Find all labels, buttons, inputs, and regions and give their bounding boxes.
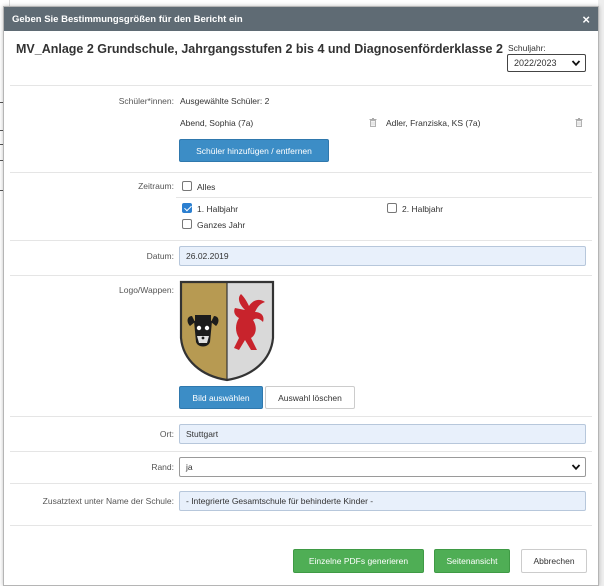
report-parameters-dialog: Geben Sie Bestimmungsgrößen für den Beri… <box>3 6 599 586</box>
divider <box>10 525 592 526</box>
selected-students-count: Ausgewählte Schüler: 2 <box>180 96 270 106</box>
first-half-year-checkbox[interactable] <box>182 203 192 213</box>
date-label: Datum: <box>146 251 174 261</box>
add-remove-students-button[interactable]: Schüler hinzufügen / entfernen <box>179 139 329 162</box>
divider <box>10 240 592 241</box>
period-all-checkbox[interactable] <box>182 181 192 191</box>
period-all-label: Alles <box>197 182 216 192</box>
clear-selection-button[interactable]: Auswahl löschen <box>265 386 355 409</box>
divider <box>10 85 592 86</box>
margin-select[interactable]: ja <box>179 457 586 477</box>
margin-label: Rand: <box>151 462 174 472</box>
student-item: Adler, Franziska, KS (7a) <box>386 118 481 128</box>
trash-icon[interactable] <box>369 118 377 127</box>
divider <box>10 451 592 452</box>
logo-label: Logo/Wappen: <box>119 285 174 295</box>
chevron-down-icon <box>571 464 581 471</box>
divider <box>10 172 592 173</box>
extra-text-label: Zusatztext unter Name der Schule: <box>42 496 174 506</box>
place-input[interactable]: Stuttgart <box>179 424 586 444</box>
select-image-button[interactable]: Bild auswählen <box>179 386 263 409</box>
date-input[interactable]: 26.02.2019 <box>179 246 586 266</box>
school-year-label: Schuljahr: <box>508 43 546 53</box>
place-label: Ort: <box>159 429 174 439</box>
second-half-year-checkbox[interactable] <box>387 203 397 213</box>
close-icon[interactable]: × <box>582 13 590 26</box>
dialog-header: Geben Sie Bestimmungsgrößen für den Beri… <box>4 7 598 31</box>
dialog-title: Geben Sie Bestimmungsgrößen für den Beri… <box>12 13 243 25</box>
first-half-year-label: 1. Halbjahr <box>197 204 239 214</box>
chevron-down-icon <box>571 60 581 67</box>
report-title: MV_Anlage 2 Grundschule, Jahrgangsstufen… <box>16 42 503 56</box>
second-half-year-label: 2. Halbjahr <box>402 204 444 214</box>
divider <box>10 483 592 484</box>
students-label: Schüler*innen: <box>118 96 174 106</box>
whole-year-label: Ganzes Jahr <box>197 220 246 230</box>
page-preview-button[interactable]: Seitenansicht <box>434 549 510 573</box>
divider <box>176 197 592 198</box>
margin-value: ja <box>186 462 193 472</box>
student-item: Abend, Sophia (7a) <box>180 118 254 128</box>
cancel-button[interactable]: Abbrechen <box>521 549 587 573</box>
school-year-value: 2022/2023 <box>514 58 557 68</box>
generate-pdfs-button[interactable]: Einzelne PDFs generieren <box>293 549 424 573</box>
divider <box>10 416 592 417</box>
school-year-select[interactable]: 2022/2023 <box>507 54 586 72</box>
extra-text-input[interactable]: - Integrierte Gesamtschule für behindert… <box>179 491 586 511</box>
divider <box>10 275 592 276</box>
coat-of-arms-image <box>179 280 275 382</box>
whole-year-checkbox[interactable] <box>182 219 192 229</box>
trash-icon[interactable] <box>575 118 583 127</box>
period-label: Zeitraum: <box>138 181 174 191</box>
